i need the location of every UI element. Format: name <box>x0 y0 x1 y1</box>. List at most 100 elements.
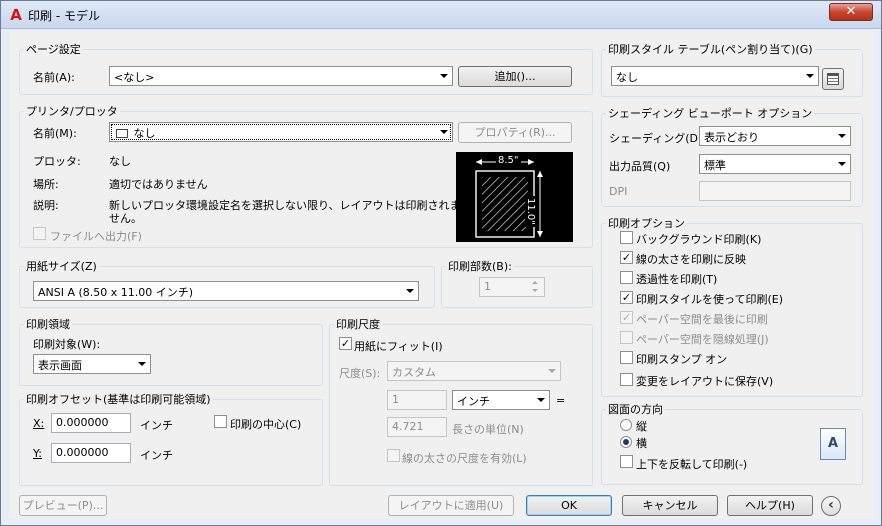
scale-lineweights-checkbox[interactable] <box>387 449 400 462</box>
page-setup-name-select[interactable]: <なし> <box>109 66 453 86</box>
print-to-file-checkbox[interactable] <box>33 227 46 240</box>
scale-denominator-input[interactable]: 4.721 <box>387 417 447 437</box>
plot-stamp-checkbox[interactable] <box>620 351 633 364</box>
chevron-left-icon: ‹ <box>828 497 834 513</box>
background-plot-checkbox[interactable] <box>620 231 633 244</box>
quality-label: 出力品質(Q) <box>609 160 671 173</box>
landscape-radio[interactable] <box>620 436 632 448</box>
plot-lineweights-label[interactable]: 線の太さを印刷に反映 <box>636 251 746 267</box>
hide-paperspace-label[interactable]: ペーパー空間を隠線処理(J) <box>636 331 769 347</box>
plot-style-table-value: なし <box>616 71 638 84</box>
fit-to-paper-checkbox[interactable]: ✓ <box>339 337 352 350</box>
preview-height-label: 11.0" <box>525 196 536 227</box>
spin-up-icon[interactable] <box>532 281 538 284</box>
x-offset-input[interactable]: 0.000000 <box>51 413 131 433</box>
scale-label: 尺度(S): <box>339 367 381 380</box>
equals-sign: = <box>556 394 566 407</box>
paper-size-legend: 用紙サイズ(Z) <box>26 260 97 273</box>
portrait-label[interactable]: 縦 <box>636 418 647 434</box>
printer-name-select[interactable]: なし <box>109 122 453 142</box>
plotter-label: プロッタ: <box>33 155 81 168</box>
paperspace-last-label[interactable]: ペーパー空間を最後に印刷 <box>636 311 768 327</box>
apply-to-layout-button[interactable]: レイアウトに適用(U) <box>388 495 514 516</box>
chevron-down-icon <box>440 74 448 78</box>
description-line-1: 新しいプロッタ環境設定名を選択しない限り、レイアウトは印刷されま <box>109 199 461 212</box>
quality-value: 標準 <box>704 159 726 172</box>
preview-button[interactable]: プレビュー(P)... <box>19 495 107 516</box>
edit-table-icon <box>827 73 839 85</box>
print-to-file-label[interactable]: ファイルへ出力(F) <box>50 228 142 244</box>
chevron-down-icon <box>440 130 448 134</box>
plotter-value: なし <box>109 155 131 168</box>
print-dialog: A 印刷 - モデル ✕ ページ設定 名前(A): <なし> 追加()... プ… <box>0 0 882 526</box>
window-title: 印刷 - モデル <box>28 9 100 23</box>
printer-icon <box>116 129 128 138</box>
save-to-layout-checkbox[interactable] <box>620 373 633 386</box>
plot-what-label: 印刷対象(W): <box>33 338 101 351</box>
shade-plot-value: 表示どおり <box>704 131 759 144</box>
paperspace-last-checkbox[interactable]: ✓ <box>620 311 633 324</box>
dialog-client-area: ページ設定 名前(A): <なし> 追加()... プリンタ/プロッタ 名前(M… <box>9 31 873 519</box>
scale-denominator-unit: 長さの単位(N) <box>452 423 524 436</box>
paper-preview: 8.5" 11.0" <box>456 152 573 242</box>
background-plot-label[interactable]: バックグラウンド印刷(K) <box>636 231 761 247</box>
close-button[interactable]: ✕ <box>829 3 873 21</box>
orientation-page-icon: A <box>820 428 846 460</box>
add-page-setup-button[interactable]: 追加()... <box>458 66 572 87</box>
plot-lineweights-checkbox[interactable]: ✓ <box>620 251 633 264</box>
autocad-app-icon: A <box>10 6 22 24</box>
edit-plot-style-button[interactable] <box>822 68 844 90</box>
plot-what-value: 表示画面 <box>38 359 82 372</box>
dpi-input[interactable] <box>699 181 851 201</box>
scale-select[interactable]: カスタム <box>387 361 561 381</box>
orientation-letter: A <box>828 436 839 451</box>
hide-paperspace-checkbox[interactable] <box>620 331 633 344</box>
plot-with-styles-label[interactable]: 印刷スタイルを使って印刷(E) <box>636 291 783 307</box>
scale-unit-value: インチ <box>457 395 490 408</box>
chevron-down-icon <box>838 162 846 166</box>
ok-button[interactable]: OK <box>526 495 612 516</box>
fit-to-paper-label[interactable]: 用紙にフィット(I) <box>354 338 443 354</box>
plot-with-styles-checkbox[interactable]: ✓ <box>620 291 633 304</box>
chevron-down-icon <box>138 362 146 366</box>
scale-value: カスタム <box>392 366 436 379</box>
radio-selected-dot <box>623 439 629 445</box>
save-to-layout-label[interactable]: 変更をレイアウトに保存(V) <box>636 373 773 389</box>
chevron-down-icon <box>838 134 846 138</box>
plot-offset-group: 印刷オフセット(基準は印刷可能領域) <box>19 391 323 486</box>
page-setup-name-value: <なし> <box>114 71 155 84</box>
plot-what-select[interactable]: 表示画面 <box>33 354 151 374</box>
chevron-down-icon <box>548 369 556 373</box>
center-plot-label[interactable]: 印刷の中心(C) <box>230 416 301 432</box>
copies-spinner[interactable] <box>528 278 544 296</box>
help-button[interactable]: ヘルプ(H) <box>727 495 813 516</box>
shade-plot-select[interactable]: 表示どおり <box>699 126 851 146</box>
x-offset-unit: インチ <box>140 419 173 432</box>
page-setup-name-label: 名前(A): <box>33 71 75 84</box>
scale-unit-select[interactable]: インチ <box>452 390 550 410</box>
scale-numerator-input[interactable]: 1 <box>387 390 447 410</box>
paper-size-select[interactable]: ANSI A (8.50 x 11.00 インチ) <box>33 281 419 301</box>
chevron-down-icon <box>806 74 814 78</box>
plot-style-table-select[interactable]: なし <box>611 66 819 86</box>
center-plot-checkbox[interactable] <box>214 415 227 428</box>
plot-transparency-label[interactable]: 透過性を印刷(T) <box>636 271 717 287</box>
collapse-options-button[interactable]: ‹ <box>821 496 841 516</box>
printer-properties-button[interactable]: プロパティ(R)... <box>458 122 572 143</box>
y-offset-input[interactable]: 0.000000 <box>51 443 131 463</box>
portrait-radio[interactable] <box>620 419 632 431</box>
upside-down-checkbox[interactable] <box>620 455 633 468</box>
printer-name-value: なし <box>133 127 156 140</box>
title-bar[interactable]: A 印刷 - モデル ✕ <box>1 1 881 29</box>
printer-plotter-legend: プリンタ/プロッタ <box>26 105 118 118</box>
spin-down-icon[interactable] <box>532 289 538 292</box>
upside-down-label[interactable]: 上下を反転して印刷(-) <box>636 456 747 472</box>
cancel-button[interactable]: キャンセル <box>622 495 718 516</box>
orientation-legend: 図面の方向 <box>608 403 663 416</box>
quality-select[interactable]: 標準 <box>699 154 851 174</box>
landscape-label[interactable]: 横 <box>636 435 647 451</box>
plot-stamp-label[interactable]: 印刷スタンプ オン <box>636 351 727 367</box>
plot-transparency-checkbox[interactable] <box>620 271 633 284</box>
where-value: 適切ではありません <box>109 178 208 191</box>
scale-lineweights-label[interactable]: 線の太さの尺度を有効(L) <box>402 450 527 466</box>
